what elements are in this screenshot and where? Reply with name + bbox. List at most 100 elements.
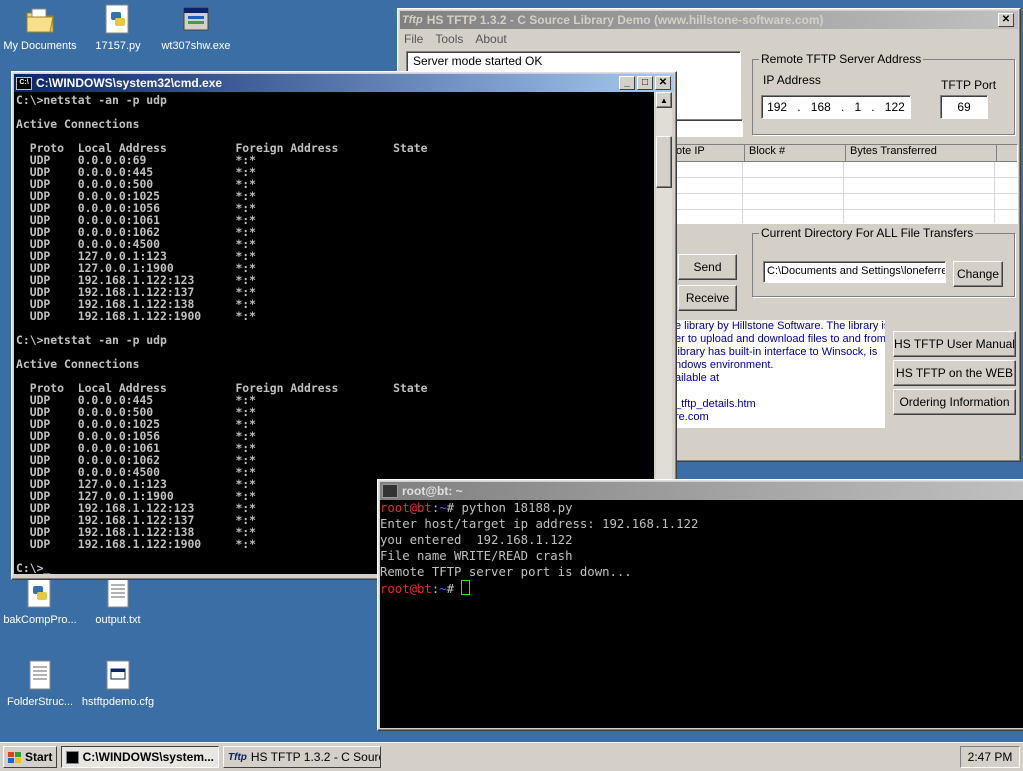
text-file-icon (24, 660, 56, 692)
prompt-path: ~ (439, 582, 447, 596)
change-button[interactable]: Change (953, 261, 1003, 287)
taskbar: Start C:\WINDOWS\system... Tftp HS TFTP … (0, 742, 1023, 771)
port-value: 69 (957, 100, 971, 114)
windows-logo-icon (8, 751, 21, 763)
scroll-thumb[interactable] (656, 136, 672, 188)
ip-octet: 122 (884, 100, 905, 114)
desktop-icon-label: hstftpdemo.cfg (81, 696, 155, 708)
desktop-icon-label: bakCompPro... (3, 614, 77, 626)
info-line: er to upload and download files to and f… (675, 333, 885, 345)
terminal-line: root@bt:~# (380, 580, 1023, 597)
ip-octet: 192 (767, 100, 788, 114)
window-title: HS TFTP 1.3.2 - C Source Library Demo (w… (426, 13, 824, 27)
tftp-titlebar[interactable]: Tftp HS TFTP 1.3.2 - C Source Library De… (400, 11, 1018, 29)
terminal-line: File name WRITE/READ crash (380, 549, 573, 563)
info-link[interactable]: _tftp_details.htm (675, 398, 885, 411)
directory-field[interactable]: C:\Documents and Settings\loneferre (763, 261, 946, 283)
tftp-app-icon: Tftp (402, 14, 423, 26)
python-file-icon (24, 578, 56, 610)
column-remote-ip[interactable]: ote IP (674, 145, 745, 161)
menu-file[interactable]: File (404, 32, 423, 46)
desktop-icon-folderstruc[interactable]: FolderStruc... (0, 660, 80, 708)
desktop-icon-exe[interactable]: wt307shw.exe (156, 4, 236, 52)
terminal-line: Remote TFTP server port is down... (380, 565, 632, 579)
terminal-line: you entered 192.168.1.122 (380, 533, 573, 547)
taskbar-item-cmd[interactable]: C:\WINDOWS\system... (61, 746, 219, 768)
taskbar-item-label: C:\WINDOWS\system... (82, 750, 214, 764)
ordering-button[interactable]: Ordering Information (893, 389, 1016, 415)
scroll-up-button[interactable]: ▲ (656, 92, 672, 108)
cmd-titlebar[interactable]: C:\ C:\WINDOWS\system32\cmd.exe _ □ ✕ (14, 74, 674, 92)
terminal-cursor (461, 580, 471, 595)
desktop-icon-label: wt307shw.exe (161, 40, 231, 52)
start-button[interactable]: Start (3, 746, 57, 768)
list-grid (674, 162, 1017, 223)
desktop-icon-label: My Documents (3, 40, 77, 52)
directory-group: Current Directory For ALL File Transfers… (752, 226, 1015, 297)
console-icon (66, 750, 79, 764)
command-text: python 18188.py (461, 501, 573, 515)
menu-about[interactable]: About (475, 32, 506, 46)
menu-bar: File Tools About (404, 32, 507, 46)
terminal-line: root@bt:~# python 18188.py (380, 500, 1023, 516)
console-icon: C:\ (16, 76, 32, 90)
group-label: Current Directory For ALL File Transfers (759, 226, 976, 240)
transfer-list[interactable]: ote IP Block # Bytes Transferred (673, 144, 1018, 224)
ip-address-field[interactable]: 192. 168. 1. 122 (761, 95, 911, 119)
web-button[interactable]: HS TFTP on the WEB (893, 360, 1016, 386)
prompt-path: ~ (439, 501, 447, 515)
group-label: Remote TFTP Server Address (759, 52, 924, 66)
prompt-user: root@bt (380, 501, 432, 515)
info-line: library has built-in interface to Winsoc… (675, 346, 878, 358)
window-title: root@bt: ~ (402, 484, 463, 498)
folder-icon (24, 4, 56, 36)
ip-label: IP Address (763, 73, 821, 87)
list-header: ote IP Block # Bytes Transferred (674, 145, 1017, 162)
prompt-end: # (446, 501, 462, 515)
window-title: C:\WINDOWS\system32\cmd.exe (36, 76, 223, 90)
clock[interactable]: 2:47 PM (968, 750, 1013, 764)
column-bytes[interactable]: Bytes Transferred (846, 145, 997, 161)
info-line (675, 385, 885, 398)
column-block[interactable]: Block # (745, 145, 846, 161)
text-file-icon (102, 578, 134, 610)
menu-tools[interactable]: Tools (435, 32, 463, 46)
maximize-button[interactable]: □ (637, 76, 653, 90)
info-line: ndows environment. (675, 359, 774, 371)
desktop-icon-python-file[interactable]: 17157.py (78, 4, 158, 52)
taskbar-item-label: HS TFTP 1.3.2 - C Sourc... (250, 750, 381, 764)
terminal-window[interactable]: root@bt: ~ root@bt:~# python 18188.py En… (377, 479, 1023, 731)
desktop-icon-config[interactable]: hstftpdemo.cfg (78, 660, 158, 708)
desktop-icon-my-documents[interactable]: My Documents (0, 4, 80, 52)
terminal-titlebar[interactable]: root@bt: ~ (380, 482, 1023, 500)
desktop-icon-label: FolderStruc... (6, 696, 74, 708)
minimize-button[interactable]: _ (619, 76, 635, 90)
user-manual-button[interactable]: HS TFTP User Manual (893, 331, 1016, 357)
system-tray: 2:47 PM (960, 746, 1020, 768)
send-button[interactable]: Send (678, 254, 737, 280)
info-link[interactable]: re.com (675, 411, 885, 424)
directory-value: C:\Documents and Settings\loneferre (767, 265, 946, 277)
prompt-end: # (446, 582, 462, 596)
receive-button[interactable]: Receive (678, 285, 737, 311)
info-line: ailable at (675, 372, 720, 384)
desktop-icon-label: output.txt (95, 614, 141, 626)
port-label: TFTP Port (941, 78, 997, 92)
terminal-icon (382, 484, 398, 498)
ip-octet: 168 (810, 100, 831, 114)
close-button[interactable]: ✕ (655, 76, 671, 90)
start-label: Start (25, 750, 53, 764)
tftp-app-icon: Tftp (228, 751, 247, 763)
desktop-icon-label: 17157.py (95, 40, 141, 52)
terminal-output[interactable]: root@bt:~# python 18188.py Enter host/ta… (380, 500, 1023, 728)
prompt-user: root@bt (380, 582, 432, 596)
desktop-icon-bakcomppro[interactable]: bakCompPro... (0, 578, 80, 626)
close-button[interactable]: ✕ (998, 13, 1014, 27)
port-field[interactable]: 69 (940, 95, 988, 119)
desktop-icon-output-txt[interactable]: output.txt (78, 578, 158, 626)
taskbar-item-tftp[interactable]: Tftp HS TFTP 1.3.2 - C Sourc... (223, 746, 381, 768)
info-line: e library by Hillstone Software. The lib… (675, 320, 885, 332)
python-file-icon (102, 4, 134, 36)
status-text: Server mode started OK (413, 54, 543, 68)
ip-octet: 1 (854, 100, 862, 114)
